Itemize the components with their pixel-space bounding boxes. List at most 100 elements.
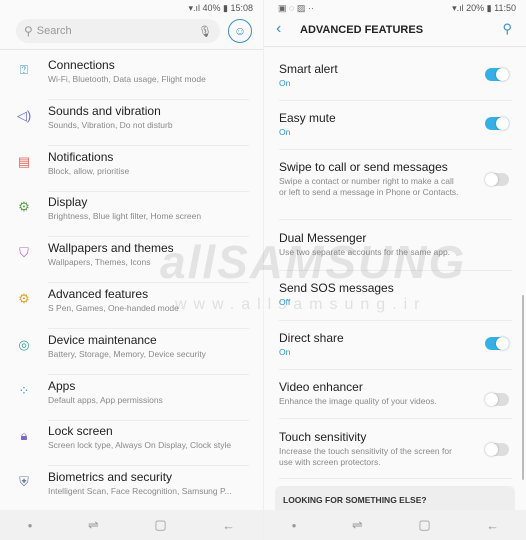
looking-heading: LOOKING FOR SOMETHING ELSE?: [283, 495, 427, 505]
settings-panel: ▾.ıl 40% ▮ 15:08 ⚲ Search 🎙︎ ☺ ⍰ Connect…: [0, 0, 263, 540]
item-subtitle: Screen lock type, Always On Display, Clo…: [48, 440, 232, 451]
settings-item-wallpapers-and-themes[interactable]: ⛉ Wallpapers and themes Wallpapers, Them…: [0, 237, 263, 284]
battery-level: 20%: [466, 3, 485, 13]
item-title: Biometrics and security: [48, 470, 173, 485]
apps-icon: ⁘: [18, 382, 30, 398]
item-title: Advanced features: [48, 287, 149, 301]
settings-item-device-maintenance[interactable]: ◎ Device maintenance Battery, Storage, M…: [0, 329, 263, 375]
feature-title: Easy mute: [279, 111, 336, 125]
lock-icon: 🔒︎: [20, 428, 28, 444]
item-subtitle: Battery, Storage, Memory, Device securit…: [48, 348, 206, 359]
settings-item-apps[interactable]: ⁘ Apps Default apps, App permissions: [0, 375, 263, 421]
toggle-on[interactable]: [485, 337, 509, 350]
divider: [279, 369, 512, 370]
recents-icon[interactable]: ⇌: [352, 517, 363, 533]
item-subtitle: Wallpapers, Themes, Icons: [48, 257, 151, 268]
settings-item-notifications[interactable]: ▤ Notifications Block, allow, prioritise: [0, 146, 263, 192]
advanced-gear-icon: ⚙: [18, 291, 30, 306]
home-icon[interactable]: ▢: [154, 517, 166, 533]
scrollbar[interactable]: [522, 295, 524, 480]
feature-subtitle: Increase the touch sensitivity of the sc…: [279, 446, 452, 467]
toggle-knob: [496, 68, 509, 81]
item-subtitle: S Pen, Games, One-handed mode: [48, 303, 179, 313]
feature-subtitle: Off: [279, 297, 291, 307]
toggle-off[interactable]: [485, 393, 509, 406]
settings-item-lock-screen[interactable]: 🔒︎ Lock screen Screen lock type, Always …: [0, 420, 263, 467]
clock: 15:08: [230, 3, 253, 13]
notification-icons: ▣ ◌ ▨ ··: [278, 3, 314, 13]
recents-icon[interactable]: ⇌: [88, 517, 99, 533]
toggle-on[interactable]: [485, 68, 509, 81]
page-title: ADVANCED FEATURES: [300, 24, 424, 36]
back-arrow-icon[interactable]: ‹: [276, 20, 281, 38]
settings-item-sounds-and-vibration[interactable]: ◁) Sounds and vibration Sounds, Vibratio…: [0, 100, 263, 146]
feature-subtitle: Enhance the image quality of your videos…: [279, 396, 437, 406]
search-icon: ⚲: [24, 24, 33, 38]
dot-icon[interactable]: •: [28, 518, 33, 533]
toggle-on[interactable]: [485, 117, 509, 130]
navigation-bar: • ⇌ ▢ ←: [0, 510, 263, 540]
feature-subtitle: On: [279, 127, 291, 137]
divider: [279, 219, 512, 220]
status-bar: ▾.ıl 40% ▮ 15:08: [188, 3, 253, 13]
settings-item-display[interactable]: ⚙ Display Brightness, Blue light filter,…: [0, 191, 263, 238]
account-avatar-button[interactable]: ☺: [228, 19, 252, 43]
toggle-off[interactable]: [485, 443, 509, 456]
search-icon[interactable]: ⚲: [502, 21, 512, 37]
toggle-knob: [496, 337, 509, 350]
clock: 11:50: [494, 3, 516, 13]
status-bar: ▾.ıl 20% ▮ 11:50: [452, 3, 516, 13]
item-subtitle: Brightness, Blue light filter, Home scre…: [48, 211, 202, 222]
item-title: Wallpapers and themes: [48, 241, 174, 256]
home-icon[interactable]: ▢: [418, 517, 430, 533]
microphone-icon[interactable]: 🎙︎: [198, 25, 212, 38]
search-input[interactable]: Search: [37, 25, 198, 37]
feature-subtitle: Use two separate accounts for the same a…: [279, 247, 451, 257]
maintenance-icon: ◎: [18, 336, 30, 352]
feature-title: Send SOS messages: [279, 281, 394, 295]
settings-item-connections[interactable]: ⍰ Connections Wi-Fi, Bluetooth, Data usa…: [0, 54, 263, 100]
search-bar[interactable]: ⚲ Search 🎙︎: [16, 19, 220, 43]
item-title: Connections: [48, 58, 115, 72]
divider: [279, 270, 512, 271]
item-subtitle: Sounds, Vibration, Do not disturb: [48, 119, 173, 130]
divider: [0, 49, 263, 50]
divider: [279, 418, 512, 419]
item-title: Notifications: [48, 149, 114, 164]
connections-icon: ⍰: [20, 62, 28, 77]
feature-subtitle: Swipe a contact or number right to make …: [279, 176, 459, 197]
divider: [264, 46, 526, 47]
divider: [279, 478, 512, 479]
display-icon: ⚙: [18, 199, 30, 215]
item-title: Device maintenance: [48, 332, 157, 347]
back-icon[interactable]: ←: [486, 518, 499, 533]
item-title: Sounds and vibration: [48, 103, 161, 118]
battery-level: 40%: [202, 3, 221, 13]
item-title: Lock screen: [48, 424, 113, 439]
feature-subtitle: On: [279, 78, 291, 88]
divider: [279, 149, 512, 150]
brush-icon: ⛉: [19, 245, 29, 261]
speaker-icon: ◁): [16, 107, 32, 123]
feature-title: Video enhancer: [279, 380, 363, 394]
feature-title: Direct share: [279, 331, 344, 345]
settings-item-biometrics-and-security[interactable]: ⛨ Biometrics and security Intelligent Sc…: [0, 466, 263, 512]
divider: [279, 100, 512, 101]
settings-item-advanced-features[interactable]: ⚙ Advanced features S Pen, Games, One-ha…: [0, 283, 263, 329]
toggle-off[interactable]: [485, 173, 509, 186]
item-subtitle: Intelligent Scan, Face Recognition, Sams…: [48, 486, 232, 497]
item-title: Apps: [48, 378, 76, 393]
toggle-knob: [485, 443, 498, 456]
toggle-knob: [496, 117, 509, 130]
item-title: Display: [48, 195, 88, 210]
feature-title: Swipe to call or send messages: [279, 160, 448, 174]
back-icon[interactable]: ←: [222, 518, 235, 533]
divider: [279, 320, 512, 321]
feature-title: Dual Messenger: [279, 231, 367, 245]
feature-title: Smart alert: [279, 62, 338, 76]
advanced-features-panel: ▣ ◌ ▨ ·· ▾.ıl 20% ▮ 11:50 ‹ ADVANCED FEA…: [263, 0, 526, 540]
shield-icon: ⛨: [19, 474, 29, 490]
item-subtitle: Block, allow, prioritise: [48, 165, 130, 176]
toggle-knob: [485, 173, 498, 186]
dot-icon[interactable]: •: [292, 518, 297, 533]
